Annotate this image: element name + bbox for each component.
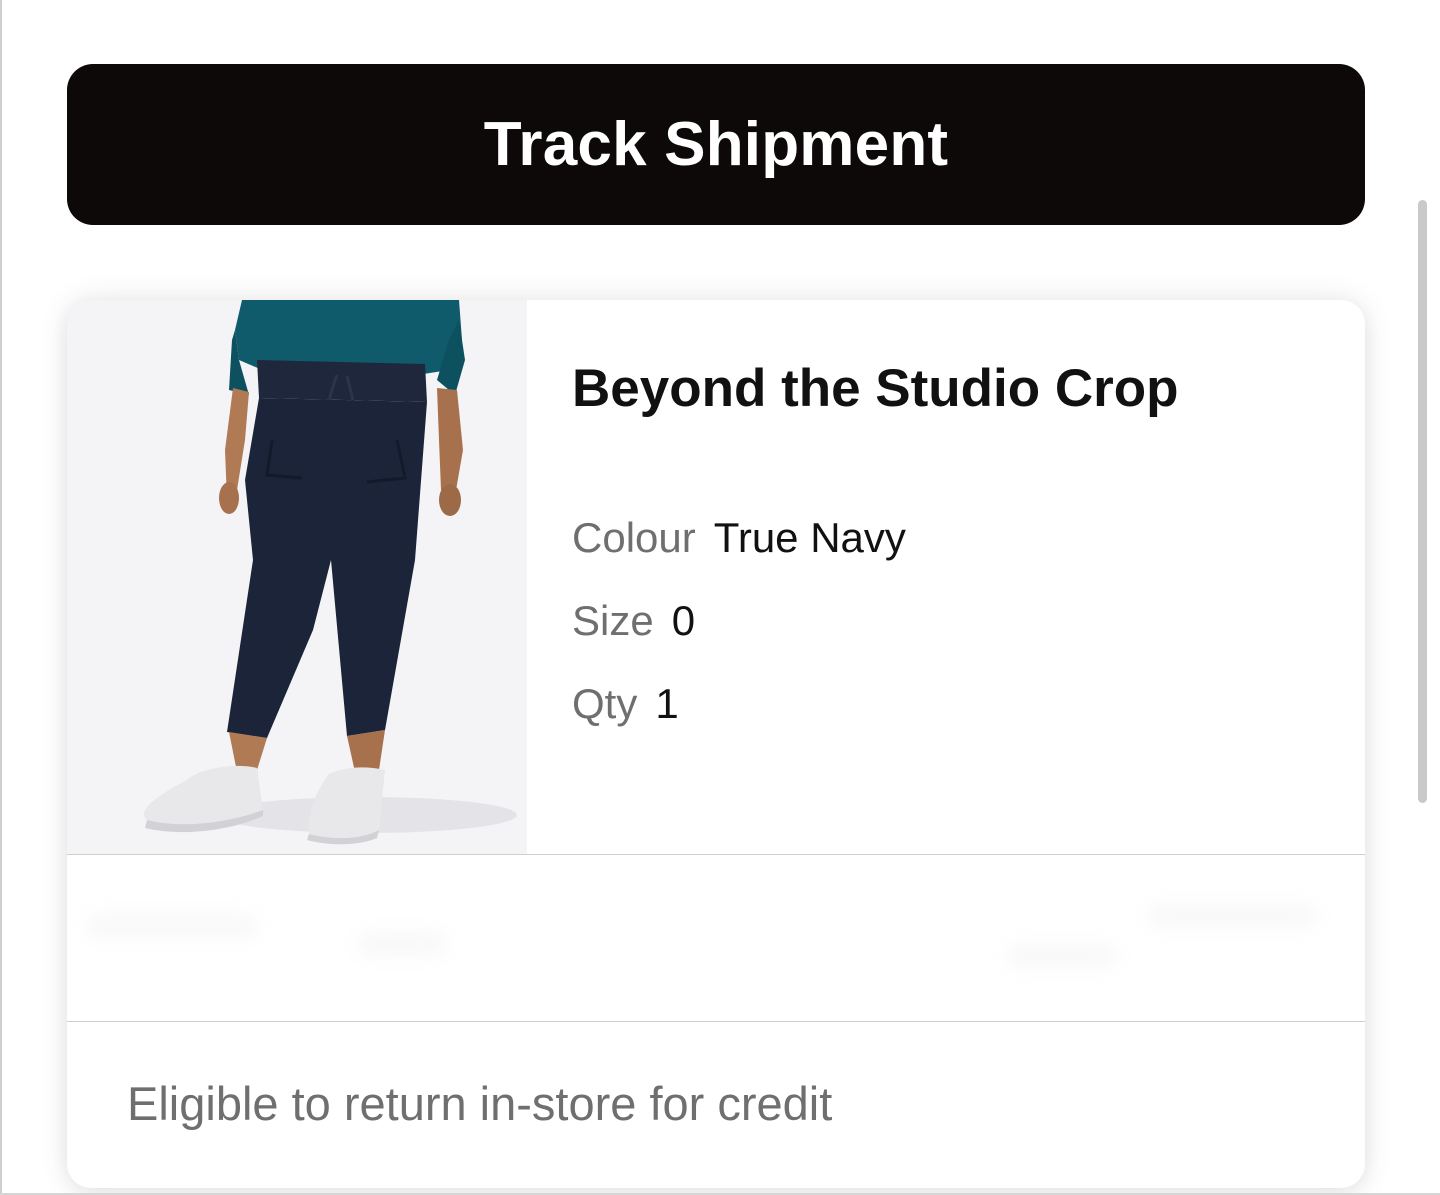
placeholder-bar	[1147, 905, 1317, 927]
order-item-card: Beyond the Studio Crop Colour True Navy S…	[67, 300, 1365, 1188]
product-image[interactable]	[67, 300, 527, 854]
product-title[interactable]: Beyond the Studio Crop	[572, 358, 1179, 419]
track-shipment-label: Track Shipment	[483, 110, 949, 179]
qty-value: 1	[655, 680, 679, 727]
track-shipment-button[interactable]: Track Shipment	[67, 64, 1365, 225]
placeholder-bar	[1007, 945, 1117, 967]
divider	[67, 1021, 1365, 1022]
attribute-qty: Qty 1	[572, 680, 679, 728]
colour-label: Colour	[572, 514, 696, 561]
attribute-colour: Colour True Navy	[572, 514, 906, 562]
colour-value: True Navy	[713, 514, 906, 561]
loading-placeholder-row	[67, 855, 1365, 1021]
window-left-edge	[0, 0, 2, 1195]
placeholder-bar	[357, 933, 447, 955]
return-eligibility-text: Eligible to return in-store for credit	[127, 1077, 833, 1130]
scrollbar-thumb[interactable]	[1418, 200, 1427, 803]
placeholder-bar	[87, 915, 257, 937]
size-label: Size	[572, 597, 654, 644]
size-value: 0	[671, 597, 696, 644]
qty-label: Qty	[572, 680, 638, 727]
attribute-size: Size 0	[572, 597, 695, 645]
